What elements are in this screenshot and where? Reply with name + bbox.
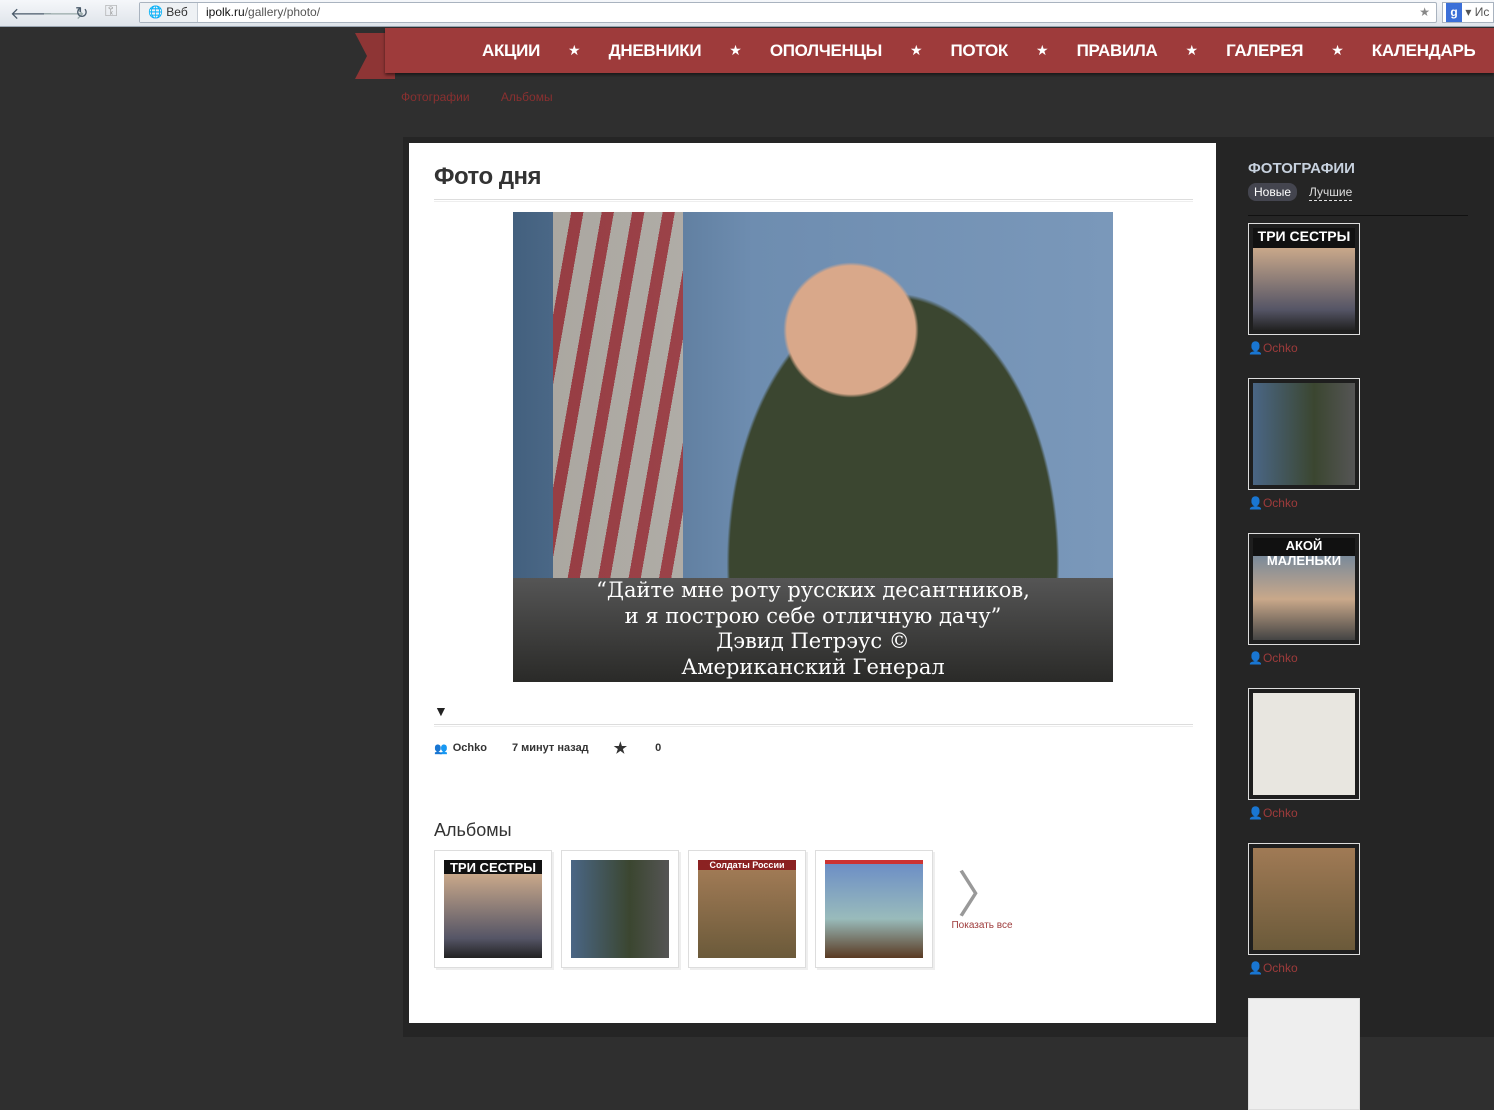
divider	[434, 199, 1193, 202]
album-caption	[571, 860, 669, 958]
divider	[434, 724, 1193, 727]
album-thumb[interactable]: Солдаты России	[688, 850, 806, 968]
page-title: Фото дня	[434, 163, 542, 190]
sidebar-photo[interactable]	[1248, 998, 1360, 1110]
star-separator-icon: ★	[1331, 42, 1344, 58]
nav-akcii[interactable]: АКЦИИ	[482, 41, 540, 61]
sidebar-photo[interactable]: 👤Ochko	[1248, 843, 1360, 975]
person-image	[683, 222, 1103, 582]
rating-count: 0	[655, 742, 662, 754]
user-icon: 👤	[1248, 651, 1263, 665]
albums-list: ТРИ СЕСТРЫ Солдаты России 〉 Показать все	[434, 850, 1022, 968]
author-link[interactable]: Ochko	[1263, 496, 1298, 510]
subnav-albums[interactable]: Альбомы	[501, 90, 553, 104]
key-icon: ⚿	[105, 3, 118, 20]
subnav-photos[interactable]: Фотографии	[401, 90, 470, 104]
rating-star-icon[interactable]: ★	[614, 739, 627, 757]
sidebar-photo[interactable]: АКОЙ МАЛЕНЬКИ 👤Ochko	[1248, 533, 1360, 665]
star-separator-icon: ★	[568, 42, 581, 58]
timestamp: 7 минут назад	[511, 742, 589, 754]
author-link[interactable]: Ochko	[453, 742, 487, 754]
user-icon: 👤	[1248, 496, 1263, 510]
star-separator-icon: ★	[729, 42, 742, 58]
photo-caption	[1253, 383, 1355, 485]
photo-meta: 👥 Ochko 7 минут назад ★ 0	[434, 739, 661, 757]
show-all-label: Показать все	[951, 920, 1013, 931]
user-icon: 👤	[1248, 806, 1263, 820]
star-separator-icon: ★	[1036, 42, 1049, 58]
main-panel: Фото дня “Дайте мне роту русских десантн…	[409, 143, 1216, 1023]
flag-image	[553, 212, 683, 582]
photo-caption	[1253, 848, 1355, 950]
nav-potok[interactable]: ПОТОК	[951, 41, 1009, 61]
sidebar-header: ФОТОГРАФИИ Новые Лучшие	[1248, 160, 1355, 201]
user-icon: 👤	[1248, 961, 1263, 975]
star-separator-icon: ★	[909, 42, 923, 58]
photo-caption: “Дайте мне роту русских десантников, и я…	[513, 578, 1113, 682]
photo-caption: ТРИ СЕСТРЫ	[1253, 228, 1355, 330]
album-caption	[825, 860, 923, 958]
author-link[interactable]: Ochko	[1263, 806, 1298, 820]
sidebar-title: ФОТОГРАФИИ	[1248, 160, 1355, 177]
sub-nav: Фотографии Альбомы	[401, 90, 581, 104]
caption-line: Американский Генерал	[681, 654, 945, 679]
filter-icon[interactable]: ▼	[434, 703, 448, 719]
nav-dnevniki[interactable]: ДНЕВНИКИ	[609, 41, 702, 61]
nav-opolchency[interactable]: ОПОЛЧЕНЦЫ	[770, 41, 882, 61]
nav-kalendar[interactable]: КАЛЕНДАРЬ	[1372, 41, 1476, 61]
sidebar-photo[interactable]: ТРИ СЕСТРЫ 👤Ochko	[1248, 223, 1360, 355]
search-engine-box[interactable]: g ▾ Ис	[1442, 2, 1494, 23]
omnibox-chip: Веб	[166, 5, 188, 19]
reload-icon[interactable]: ↻	[75, 3, 88, 23]
album-thumb[interactable]: ТРИ СЕСТРЫ	[434, 850, 552, 968]
divider	[1248, 215, 1468, 216]
album-thumb[interactable]	[561, 850, 679, 968]
chevron-right-icon: 〉	[957, 867, 1007, 923]
star-separator-icon: ★	[1185, 42, 1199, 58]
photo-caption: АКОЙ МАЛЕНЬКИ	[1253, 538, 1355, 640]
globe-icon: 🌐	[148, 5, 163, 19]
sidebar-photo[interactable]: 👤Ochko	[1248, 688, 1360, 820]
album-caption: ТРИ СЕСТРЫ	[444, 860, 542, 958]
show-all-button[interactable]: 〉 Показать все	[942, 850, 1022, 968]
nav-pravila[interactable]: ПРАВИЛА	[1077, 41, 1158, 61]
caption-line: и я построю себе отличную дачу”	[624, 603, 1002, 628]
url-path: /gallery/photo/	[244, 5, 321, 19]
caption-line: “Дайте мне роту русских десантников,	[596, 578, 1030, 602]
album-thumb[interactable]	[815, 850, 933, 968]
url-host: ipolk.ru	[206, 5, 245, 19]
google-icon: g	[1446, 3, 1462, 22]
address-bar[interactable]: 🌐 Веб ipolk.ru/gallery/photo/ ★	[139, 2, 1437, 23]
photo-of-the-day[interactable]: “Дайте мне роту русских десантников, и я…	[513, 212, 1113, 682]
author-link[interactable]: Ochko	[1263, 651, 1298, 665]
author-link[interactable]: Ochko	[1263, 961, 1298, 975]
nav-galereya[interactable]: ГАЛЕРЕЯ	[1226, 41, 1303, 61]
author-link[interactable]: Ochko	[1263, 341, 1298, 355]
main-nav: АКЦИИ ★ ДНЕВНИКИ ★ ОПОЛЧЕНЦЫ ★ ПОТОК ★ ПРАВИ…	[385, 28, 1494, 73]
user-icon: 👥	[434, 742, 448, 755]
user-icon: 👤	[1248, 341, 1263, 355]
sidebar-photo[interactable]: 👤Ochko	[1248, 378, 1360, 510]
tab-new[interactable]: Новые	[1248, 183, 1298, 201]
browser-toolbar: 🡐 🡒 ↻ ⚿ 🌐 Веб ipolk.ru/gallery/photo/ ★ …	[0, 0, 1494, 27]
caption-line: Дэвид Петрэус ©	[716, 629, 910, 653]
photo-caption	[1253, 693, 1355, 795]
bookmark-star-icon[interactable]: ★	[1419, 3, 1430, 22]
albums-heading: Альбомы	[434, 820, 512, 840]
search-label: Ис	[1474, 5, 1490, 19]
tab-best[interactable]: Лучшие	[1309, 183, 1353, 201]
album-caption: Солдаты России	[698, 860, 796, 958]
